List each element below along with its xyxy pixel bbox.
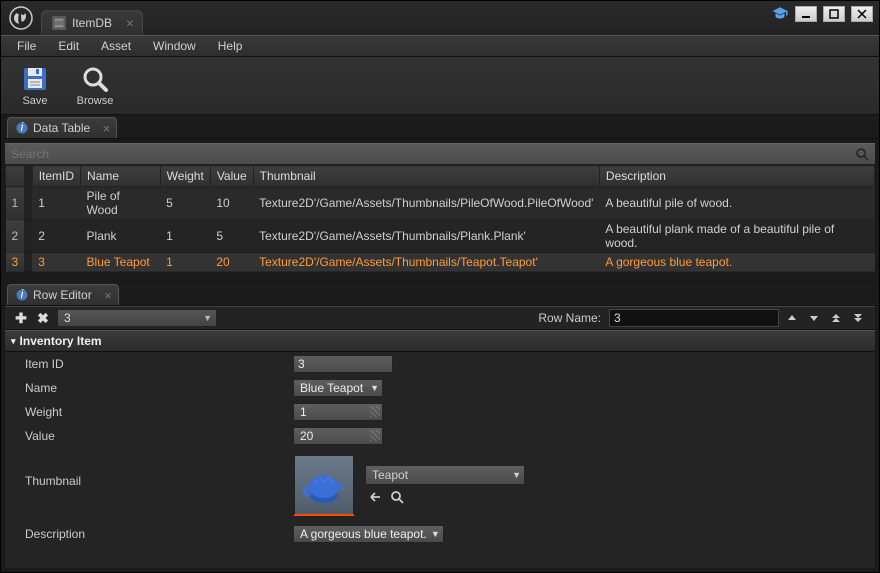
close-panel-icon[interactable]: × [103, 121, 111, 136]
col-name[interactable]: Name [81, 166, 161, 187]
title-bar: ItemDB × [1, 1, 879, 35]
data-table-tab[interactable]: i Data Table × [7, 117, 117, 138]
close-tab-icon[interactable]: × [126, 15, 134, 31]
col-rowindex[interactable] [6, 166, 25, 187]
browse-button[interactable]: Browse [69, 60, 121, 112]
document-tab-label: ItemDB [72, 16, 112, 30]
menu-file[interactable]: File [7, 37, 46, 55]
description-dropdown[interactable]: A gorgeous blue teapot. ▼ [293, 525, 444, 543]
col-weight[interactable]: Weight [160, 166, 210, 187]
table-row-selected[interactable]: 3 3 Blue Teapot 1 20 Texture2D'/Game/Ass… [6, 253, 875, 272]
menu-bar: File Edit Asset Window Help [1, 35, 879, 57]
minimize-button[interactable] [795, 6, 817, 22]
data-table: ItemID Name Weight Value Thumbnail Descr… [5, 165, 875, 272]
datatable-file-icon [52, 16, 66, 30]
save-button[interactable]: Save [9, 60, 61, 112]
collapse-icon: ▾ [11, 336, 16, 347]
row-name-label: Row Name: [538, 311, 601, 325]
weight-input[interactable]: 1 [293, 403, 383, 421]
thumbnail-asset-dropdown[interactable]: Teapot ▼ [365, 465, 525, 485]
prop-row-name: Name Blue Teapot ▼ [5, 376, 875, 400]
browse-label: Browse [77, 95, 114, 107]
prop-row-itemid: Item ID [5, 352, 875, 376]
move-up-button[interactable] [783, 309, 801, 327]
data-table-tabs: i Data Table × [1, 115, 879, 139]
delete-row-button[interactable]: ✖ [35, 310, 51, 326]
maximize-button[interactable] [823, 6, 845, 22]
prop-row-thumbnail: Thumbnail Teapot ▼ [5, 448, 875, 522]
chevron-down-icon: ▼ [370, 383, 379, 393]
browse-icon [80, 64, 110, 94]
spinner-grip-icon [370, 406, 380, 418]
close-window-button[interactable] [851, 6, 873, 22]
spinner-grip-icon [370, 430, 380, 442]
info-icon: i [16, 122, 28, 134]
svg-text:i: i [21, 122, 24, 134]
name-dropdown[interactable]: Blue Teapot ▼ [293, 379, 383, 397]
row-editor-toolbar: ✚ ✖ 3 ▼ Row Name: [5, 306, 875, 330]
ue-logo-icon [1, 1, 41, 35]
graduation-cap-icon[interactable] [771, 5, 789, 23]
chevron-down-icon: ▼ [512, 470, 521, 480]
itemid-input[interactable] [293, 355, 393, 373]
property-panel: ▾ Inventory Item Item ID Name Blue Teapo… [5, 330, 875, 568]
data-table-tab-label: Data Table [33, 121, 90, 135]
row-editor-tab[interactable]: i Row Editor × [7, 284, 119, 305]
prop-row-value: Value 20 [5, 424, 875, 448]
thumbnail-preview[interactable] [293, 454, 355, 516]
search-icon [855, 147, 869, 161]
main-toolbar: Save Browse [1, 57, 879, 115]
use-selected-asset-button[interactable] [367, 489, 383, 505]
search-input[interactable] [11, 147, 855, 161]
move-down-button[interactable] [805, 309, 823, 327]
row-editor-tabs: i Row Editor × [1, 282, 879, 306]
col-description[interactable]: Description [599, 166, 874, 187]
save-icon [20, 64, 50, 94]
search-bar[interactable] [5, 143, 875, 165]
section-header[interactable]: ▾ Inventory Item [5, 330, 875, 352]
col-thumbnail[interactable]: Thumbnail [253, 166, 599, 187]
info-icon: i [16, 289, 28, 301]
save-label: Save [22, 95, 47, 107]
table-row[interactable]: 1 1 Pile of Wood 5 10 Texture2D'/Game/As… [6, 187, 875, 220]
document-tab[interactable]: ItemDB × [41, 10, 143, 35]
move-bottom-button[interactable] [849, 309, 867, 327]
svg-text:i: i [21, 289, 24, 301]
browse-asset-button[interactable] [389, 489, 405, 505]
close-panel-icon[interactable]: × [104, 288, 112, 303]
prop-row-description: Description A gorgeous blue teapot. ▼ [5, 522, 875, 546]
add-row-button[interactable]: ✚ [13, 310, 29, 326]
menu-asset[interactable]: Asset [91, 37, 141, 55]
col-value[interactable]: Value [210, 166, 253, 187]
row-name-input[interactable] [609, 309, 779, 327]
chevron-down-icon: ▼ [431, 529, 440, 539]
col-itemid[interactable]: ItemID [32, 166, 80, 187]
move-top-button[interactable] [827, 309, 845, 327]
prop-row-weight: Weight 1 [5, 400, 875, 424]
chevron-down-icon: ▼ [203, 313, 212, 323]
menu-edit[interactable]: Edit [48, 37, 89, 55]
menu-window[interactable]: Window [143, 37, 206, 55]
row-selector-dropdown[interactable]: 3 ▼ [57, 309, 217, 327]
menu-help[interactable]: Help [208, 37, 253, 55]
table-row[interactable]: 2 2 Plank 1 5 Texture2D'/Game/Assets/Thu… [6, 220, 875, 253]
value-input[interactable]: 20 [293, 427, 383, 445]
row-editor-tab-label: Row Editor [33, 288, 92, 302]
